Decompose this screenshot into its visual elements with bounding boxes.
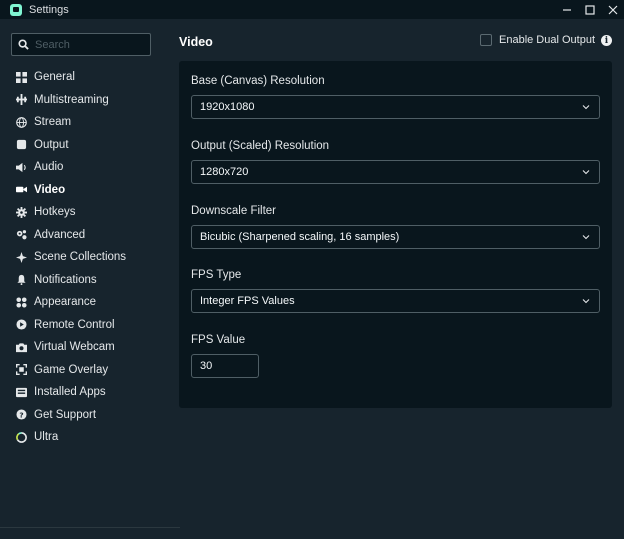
sidebar-item-label: Video [34,183,66,196]
dual-output-toggle[interactable]: Enable Dual Output [480,34,595,46]
sidebar-item-label: General [34,71,75,84]
multistream-icon [16,94,27,106]
gear-icon [16,206,27,218]
bell-icon [16,274,27,286]
downscale-filter-label: Downscale Filter [191,205,276,217]
sidebar: General Multistreaming Stream Output Aud… [0,19,166,539]
maximize-icon[interactable] [578,0,601,19]
sidebar-item-get-support[interactable]: ? Get Support [0,404,166,427]
output-resolution-value: 1280x720 [200,166,249,178]
sidebar-item-label: Get Support [34,408,97,421]
sidebar-divider [0,527,180,528]
apps-icon [16,387,27,398]
collections-icon [16,251,27,263]
remote-icon [16,319,27,330]
sidebar-item-stream[interactable]: Stream [0,111,166,134]
fps-value-text: 30 [200,360,213,372]
sidebar-item-virtual-webcam[interactable]: Virtual Webcam [0,336,166,359]
window-controls [555,0,624,19]
info-icon[interactable]: i [601,35,612,46]
search-icon [18,39,29,50]
base-resolution-label: Base (Canvas) Resolution [191,75,325,87]
sidebar-item-advanced[interactable]: Advanced [0,224,166,247]
sidebar-item-video[interactable]: Video [0,179,166,202]
fps-type-label: FPS Type [191,269,242,281]
camera-icon [16,184,27,195]
sidebar-item-label: Notifications [34,273,97,286]
chevron-down-icon [582,299,590,304]
base-resolution-select[interactable]: 1920x1080 [191,95,600,119]
minimize-icon[interactable] [555,0,578,19]
downscale-filter-value: Bicubic (Sharpened scaling, 16 samples) [200,231,400,243]
downscale-filter-select[interactable]: Bicubic (Sharpened scaling, 16 samples) [191,225,600,249]
sidebar-item-label: Hotkeys [34,206,76,219]
speaker-icon [16,162,27,173]
sidebar-item-appearance[interactable]: Appearance [0,291,166,314]
chevron-down-icon [582,235,590,240]
base-resolution-value: 1920x1080 [200,101,255,113]
sidebar-item-ultra[interactable]: Ultra [0,426,166,449]
sidebar-item-label: Installed Apps [34,386,106,399]
sidebar-item-output[interactable]: Output [0,134,166,157]
sidebar-item-installed-apps[interactable]: Installed Apps [0,381,166,404]
search-input[interactable] [35,38,145,51]
sidebar-item-label: Ultra [34,431,59,444]
sidebar-item-label: Game Overlay [34,363,109,376]
output-icon [16,139,27,150]
search-box[interactable] [11,33,151,56]
output-resolution-label: Output (Scaled) Resolution [191,140,330,152]
svg-text:?: ? [19,411,23,420]
sidebar-item-label: Audio [34,161,64,174]
grid-icon [16,71,27,83]
help-icon: ? [16,409,27,420]
sidebar-item-label: Remote Control [34,318,115,331]
sidebar-item-multistreaming[interactable]: Multistreaming [0,89,166,112]
sidebar-item-game-overlay[interactable]: Game Overlay [0,359,166,382]
gears-icon [16,229,27,240]
ultra-icon [16,431,27,443]
sidebar-item-label: Scene Collections [34,251,127,264]
sidebar-item-scene-collections[interactable]: Scene Collections [0,246,166,269]
chevron-down-icon [582,105,590,110]
globe-icon [16,116,27,128]
video-settings-panel: Base (Canvas) Resolution 1920x1080 Outpu… [179,61,612,408]
sidebar-item-hotkeys[interactable]: Hotkeys [0,201,166,224]
webcam-icon [16,342,27,353]
palette-icon [16,297,27,308]
sidebar-item-label: Stream [34,116,72,129]
close-icon[interactable] [601,0,624,19]
sidebar-item-general[interactable]: General [0,66,166,89]
fps-type-value: Integer FPS Values [200,295,295,307]
sidebar-item-label: Output [34,138,69,151]
fps-value-input[interactable]: 30 [191,354,259,378]
sidebar-item-label: Advanced [34,228,86,241]
sidebar-item-notifications[interactable]: Notifications [0,269,166,292]
chevron-down-icon [582,170,590,175]
sidebar-item-audio[interactable]: Audio [0,156,166,179]
settings-nav: General Multistreaming Stream Output Aud… [0,66,166,449]
fps-value-label: FPS Value [191,334,246,346]
window-title: Settings [29,3,69,16]
app-logo-icon [10,3,22,16]
output-resolution-select[interactable]: 1280x720 [191,160,600,184]
dual-output-checkbox[interactable] [480,34,492,46]
overlay-icon [16,364,27,376]
sidebar-item-remote-control[interactable]: Remote Control [0,314,166,337]
title-bar: Settings [0,0,624,19]
sidebar-item-label: Multistreaming [34,93,109,106]
page-title: Video [179,35,213,49]
sidebar-item-label: Virtual Webcam [34,341,115,354]
sidebar-item-label: Appearance [34,296,97,309]
dual-output-label: Enable Dual Output [499,34,596,46]
fps-type-select[interactable]: Integer FPS Values [191,289,600,313]
